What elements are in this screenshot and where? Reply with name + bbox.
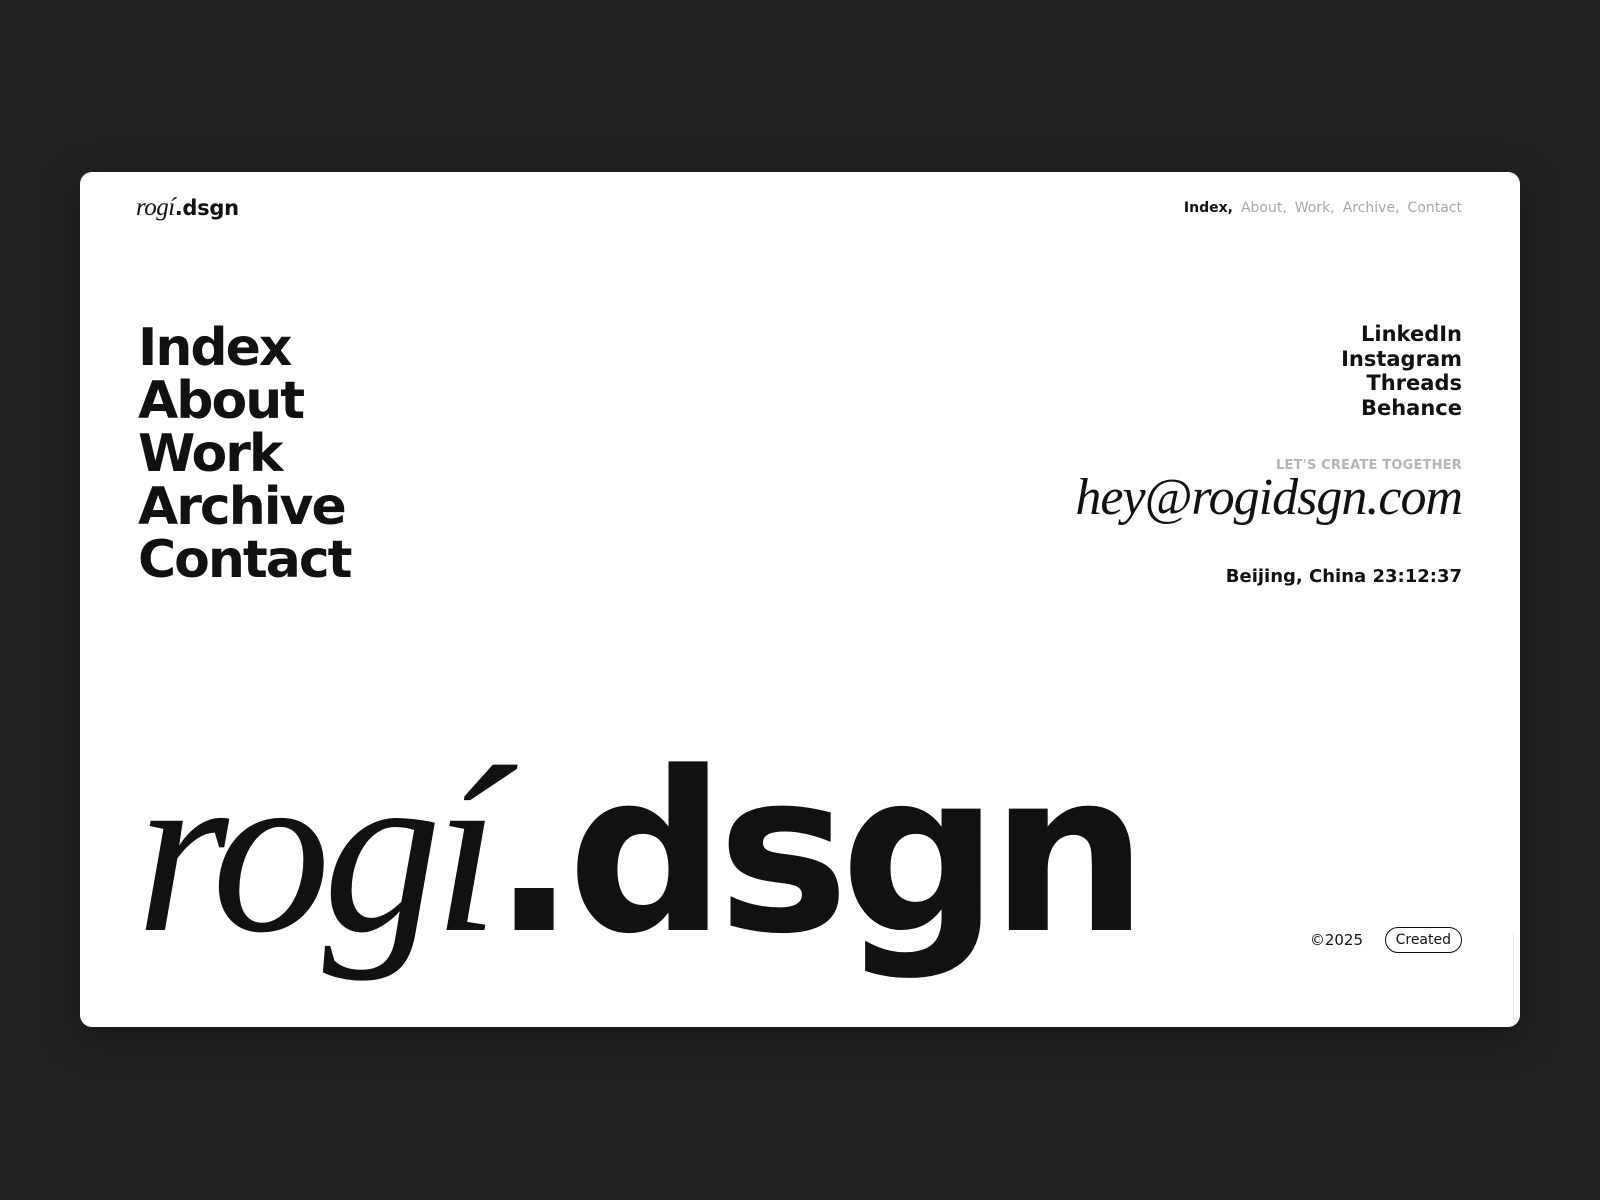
contact-email-link[interactable]: hey@rogidsgn.com [1075,468,1463,527]
header-logo-sans: .dsgn [174,196,239,220]
clock-time: 23:12:37 [1372,566,1462,587]
scrollbar-track [1513,932,1514,1027]
menu-item-archive[interactable]: Archive [138,481,351,534]
top-nav-work[interactable]: Work, [1295,200,1335,216]
social-link-instagram[interactable]: Instagram [1341,347,1462,372]
hero-wordmark-script: rogí [136,719,500,982]
social-link-threads[interactable]: Threads [1341,371,1462,396]
top-nav-archive[interactable]: Archive, [1343,200,1400,216]
main-menu: Index About Work Archive Contact [138,322,353,587]
top-nav: Index, About, Work, Archive, Contact [1184,200,1462,216]
location-clock: Beijing, China 23:12:37 [1226,566,1462,587]
page-card: rogí.dsgn Index, About, Work, Archive, C… [80,172,1520,1027]
top-nav-about[interactable]: About, [1241,200,1287,216]
menu-item-about[interactable]: About [138,375,351,428]
header-logo[interactable]: rogí.dsgn [136,194,239,222]
copyright-text: ©2025 [1309,931,1363,949]
created-button[interactable]: Created [1384,927,1462,953]
menu-item-index[interactable]: Index [138,322,351,375]
header-logo-script: rogí [136,194,175,221]
hero-wordmark: rogí.dsgn [136,732,1148,970]
top-nav-contact[interactable]: Contact [1408,200,1462,216]
menu-item-contact[interactable]: Contact [138,534,353,587]
social-links: LinkedIn Instagram Threads Behance [1341,322,1462,420]
social-link-behance[interactable]: Behance [1341,396,1462,421]
social-link-linkedin[interactable]: LinkedIn [1341,322,1462,347]
menu-item-work[interactable]: Work [138,428,351,481]
hero-wordmark-sans: .dsgn [491,725,1148,983]
location-text: Beijing, China [1225,566,1367,587]
top-nav-index[interactable]: Index, [1184,200,1233,216]
